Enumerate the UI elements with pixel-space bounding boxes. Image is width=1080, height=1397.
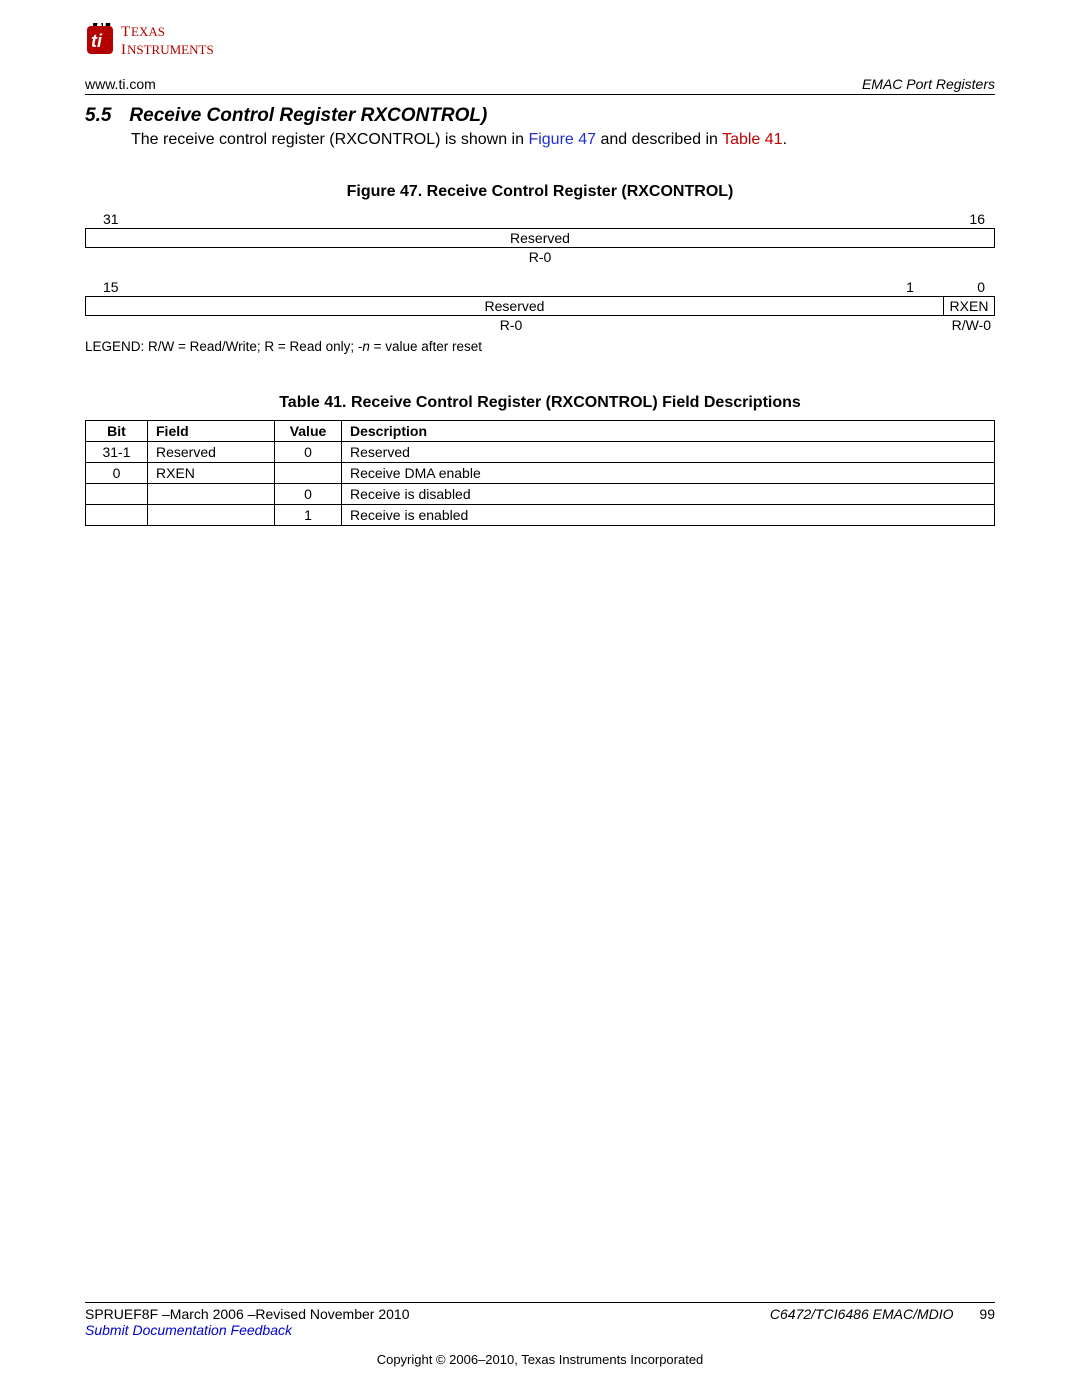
legend: LEGEND: R/W = Read/Write; R = Read only;…: [85, 339, 995, 354]
section-heading: 5.5 Receive Control Register RXCONTROL): [85, 105, 995, 127]
figure-link[interactable]: Figure 47: [528, 131, 596, 148]
svg-text:ti: ti: [91, 31, 103, 51]
copyright: Copyright © 2006–2010, Texas Instruments…: [85, 1352, 995, 1367]
header-url[interactable]: www.ti.com: [85, 76, 156, 92]
table-row: 1 Receive is enabled: [86, 505, 995, 526]
header-section: EMAC Port Registers: [862, 76, 995, 92]
table-row: 0 RXEN Receive DMA enable: [86, 463, 995, 484]
bit-31: 31: [103, 211, 153, 227]
register-figure: 31 16 Reserved R-0 15 1 0 Reserved RXEN …: [85, 211, 995, 354]
bit-0: 0: [935, 279, 985, 295]
svg-text:NSTRUMENTS: NSTRUMENTS: [127, 42, 214, 57]
ti-logo: T EXAS I NSTRUMENTS ti: [85, 20, 995, 62]
attr-rw0: R/W-0: [937, 317, 995, 333]
table-row: 31-1 Reserved 0 Reserved: [86, 442, 995, 463]
svg-text:I: I: [121, 42, 126, 58]
footer-page-number: 99: [979, 1306, 995, 1322]
footer-docid: SPRUEF8F –March 2006 –Revised November 2…: [85, 1306, 410, 1322]
bit-16: 16: [935, 211, 985, 227]
table-header-row: Bit Field Value Description: [86, 421, 995, 442]
footer-docname: C6472/TCI6486 EMAC/MDIO: [770, 1306, 954, 1322]
table-caption: Table 41. Receive Control Register (RXCO…: [85, 394, 995, 412]
reserved-field-31-16: Reserved: [85, 228, 995, 248]
rxen-field: RXEN: [943, 297, 994, 315]
attr-r0-high: R-0: [85, 249, 995, 265]
hdr-field: Field: [148, 421, 275, 442]
figure-caption: Figure 47. Receive Control Register (RXC…: [85, 183, 995, 201]
attr-r0-low: R-0: [85, 317, 937, 333]
hdr-value: Value: [275, 421, 342, 442]
table-row: 0 Receive is disabled: [86, 484, 995, 505]
svg-text:EXAS: EXAS: [131, 24, 165, 39]
bit-15: 15: [103, 279, 153, 295]
hdr-description: Description: [342, 421, 995, 442]
intro-text: The receive control register (RXCONTROL)…: [131, 131, 995, 149]
hdr-bit: Bit: [86, 421, 148, 442]
feedback-link[interactable]: Submit Documentation Feedback: [85, 1322, 995, 1338]
svg-text:T: T: [121, 24, 130, 40]
section-number: 5.5: [85, 105, 111, 127]
reserved-field-15-1: Reserved: [86, 297, 943, 315]
header-bar: www.ti.com EMAC Port Registers: [85, 76, 995, 95]
bit-1: 1: [885, 279, 935, 295]
page-footer: SPRUEF8F –March 2006 –Revised November 2…: [85, 1302, 995, 1367]
table-link[interactable]: Table 41: [722, 131, 783, 148]
field-description-table: Bit Field Value Description 31-1 Reserve…: [85, 420, 995, 526]
section-title: Receive Control Register RXCONTROL): [129, 105, 487, 127]
